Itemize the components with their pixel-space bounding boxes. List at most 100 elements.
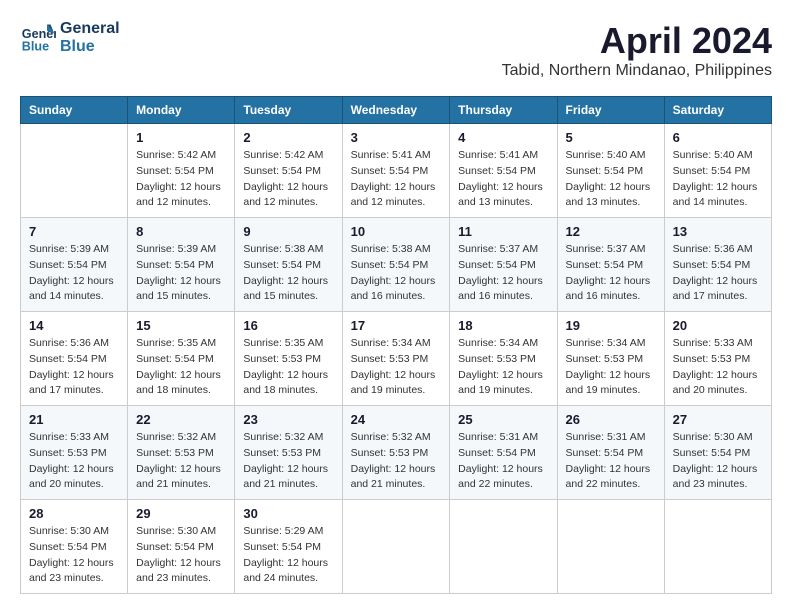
- day-info: Sunrise: 5:40 AM Sunset: 5:54 PM Dayligh…: [673, 148, 763, 211]
- day-number: 11: [458, 224, 548, 239]
- weekday-header: Sunday: [21, 97, 128, 124]
- day-info: Sunrise: 5:40 AM Sunset: 5:54 PM Dayligh…: [566, 148, 656, 211]
- day-number: 24: [351, 412, 442, 427]
- day-number: 5: [566, 130, 656, 145]
- day-info: Sunrise: 5:32 AM Sunset: 5:53 PM Dayligh…: [351, 430, 442, 493]
- calendar-day-cell: 30 Sunrise: 5:29 AM Sunset: 5:54 PM Dayli…: [235, 500, 342, 594]
- page-header: General Blue General Blue April 2024 Tab…: [20, 20, 772, 80]
- day-number: 18: [458, 318, 548, 333]
- calendar-day-cell: 17 Sunrise: 5:34 AM Sunset: 5:53 PM Dayli…: [342, 312, 450, 406]
- day-number: 25: [458, 412, 548, 427]
- weekday-header: Tuesday: [235, 97, 342, 124]
- day-info: Sunrise: 5:39 AM Sunset: 5:54 PM Dayligh…: [29, 242, 119, 305]
- weekday-header: Saturday: [664, 97, 771, 124]
- day-info: Sunrise: 5:33 AM Sunset: 5:53 PM Dayligh…: [29, 430, 119, 493]
- day-info: Sunrise: 5:30 AM Sunset: 5:54 PM Dayligh…: [29, 524, 119, 587]
- logo: General Blue General Blue: [20, 20, 120, 56]
- calendar-day-cell: 29 Sunrise: 5:30 AM Sunset: 5:54 PM Dayli…: [128, 500, 235, 594]
- calendar-day-cell: [450, 500, 557, 594]
- day-info: Sunrise: 5:30 AM Sunset: 5:54 PM Dayligh…: [673, 430, 763, 493]
- day-number: 19: [566, 318, 656, 333]
- day-number: 14: [29, 318, 119, 333]
- day-number: 10: [351, 224, 442, 239]
- calendar-day-cell: 4 Sunrise: 5:41 AM Sunset: 5:54 PM Daylig…: [450, 124, 557, 218]
- day-info: Sunrise: 5:36 AM Sunset: 5:54 PM Dayligh…: [673, 242, 763, 305]
- title-section: April 2024 Tabid, Northern Mindanao, Phi…: [502, 20, 772, 80]
- day-number: 4: [458, 130, 548, 145]
- calendar-day-cell: 8Sunrise: 5:39 AM Sunset: 5:54 PM Daylig…: [128, 218, 235, 312]
- calendar-day-cell: 14 Sunrise: 5:36 AM Sunset: 5:54 PM Dayli…: [21, 312, 128, 406]
- day-number: 9: [243, 224, 333, 239]
- day-number: 7: [29, 224, 119, 239]
- day-info: Sunrise: 5:41 AM Sunset: 5:54 PM Dayligh…: [351, 148, 442, 211]
- day-number: 28: [29, 506, 119, 521]
- day-info: Sunrise: 5:35 AM Sunset: 5:53 PM Dayligh…: [243, 336, 333, 399]
- day-info: Sunrise: 5:37 AM Sunset: 5:54 PM Dayligh…: [566, 242, 656, 305]
- day-info: Sunrise: 5:35 AM Sunset: 5:54 PM Dayligh…: [136, 336, 226, 399]
- day-info: Sunrise: 5:34 AM Sunset: 5:53 PM Dayligh…: [566, 336, 656, 399]
- weekday-header: Thursday: [450, 97, 557, 124]
- day-info: Sunrise: 5:38 AM Sunset: 5:54 PM Dayligh…: [351, 242, 442, 305]
- day-info: Sunrise: 5:34 AM Sunset: 5:53 PM Dayligh…: [458, 336, 548, 399]
- calendar-day-cell: 25Sunrise: 5:31 AM Sunset: 5:54 PM Dayli…: [450, 406, 557, 500]
- calendar-day-cell: 27 Sunrise: 5:30 AM Sunset: 5:54 PM Dayli…: [664, 406, 771, 500]
- calendar-day-cell: 22Sunrise: 5:32 AM Sunset: 5:53 PM Dayli…: [128, 406, 235, 500]
- day-number: 13: [673, 224, 763, 239]
- logo-text: General Blue: [60, 20, 120, 55]
- day-info: Sunrise: 5:41 AM Sunset: 5:54 PM Dayligh…: [458, 148, 548, 211]
- calendar-day-cell: 7 Sunrise: 5:39 AM Sunset: 5:54 PM Daylig…: [21, 218, 128, 312]
- day-number: 12: [566, 224, 656, 239]
- calendar-day-cell: 9 Sunrise: 5:38 AM Sunset: 5:54 PM Daylig…: [235, 218, 342, 312]
- day-number: 16: [243, 318, 333, 333]
- calendar-week-row: 7 Sunrise: 5:39 AM Sunset: 5:54 PM Daylig…: [21, 218, 772, 312]
- calendar-day-cell: 24 Sunrise: 5:32 AM Sunset: 5:53 PM Dayli…: [342, 406, 450, 500]
- day-number: 23: [243, 412, 333, 427]
- day-number: 29: [136, 506, 226, 521]
- weekday-header: Wednesday: [342, 97, 450, 124]
- day-info: Sunrise: 5:31 AM Sunset: 5:54 PM Dayligh…: [566, 430, 656, 493]
- calendar-table: SundayMondayTuesdayWednesdayThursdayFrid…: [20, 96, 772, 594]
- day-number: 1: [136, 130, 226, 145]
- calendar-day-cell: [557, 500, 664, 594]
- calendar-week-row: 1 Sunrise: 5:42 AM Sunset: 5:54 PM Daylig…: [21, 124, 772, 218]
- calendar-day-cell: 28 Sunrise: 5:30 AM Sunset: 5:54 PM Dayli…: [21, 500, 128, 594]
- day-number: 3: [351, 130, 442, 145]
- day-info: Sunrise: 5:38 AM Sunset: 5:54 PM Dayligh…: [243, 242, 333, 305]
- day-info: Sunrise: 5:34 AM Sunset: 5:53 PM Dayligh…: [351, 336, 442, 399]
- day-number: 17: [351, 318, 442, 333]
- calendar-day-cell: 6 Sunrise: 5:40 AM Sunset: 5:54 PM Daylig…: [664, 124, 771, 218]
- calendar-day-cell: 15Sunrise: 5:35 AM Sunset: 5:54 PM Dayli…: [128, 312, 235, 406]
- calendar-day-cell: 5 Sunrise: 5:40 AM Sunset: 5:54 PM Daylig…: [557, 124, 664, 218]
- day-info: Sunrise: 5:42 AM Sunset: 5:54 PM Dayligh…: [243, 148, 333, 211]
- calendar-day-cell: 21 Sunrise: 5:33 AM Sunset: 5:53 PM Dayli…: [21, 406, 128, 500]
- day-number: 6: [673, 130, 763, 145]
- calendar-day-cell: [21, 124, 128, 218]
- day-number: 21: [29, 412, 119, 427]
- day-info: Sunrise: 5:30 AM Sunset: 5:54 PM Dayligh…: [136, 524, 226, 587]
- calendar-week-row: 14 Sunrise: 5:36 AM Sunset: 5:54 PM Dayli…: [21, 312, 772, 406]
- day-number: 22: [136, 412, 226, 427]
- calendar-day-cell: 3 Sunrise: 5:41 AM Sunset: 5:54 PM Daylig…: [342, 124, 450, 218]
- logo-icon: General Blue: [20, 20, 56, 56]
- svg-text:Blue: Blue: [22, 40, 49, 54]
- weekday-header: Friday: [557, 97, 664, 124]
- day-number: 27: [673, 412, 763, 427]
- weekday-header-row: SundayMondayTuesdayWednesdayThursdayFrid…: [21, 97, 772, 124]
- day-info: Sunrise: 5:42 AM Sunset: 5:54 PM Dayligh…: [136, 148, 226, 211]
- calendar-day-cell: 10 Sunrise: 5:38 AM Sunset: 5:54 PM Dayli…: [342, 218, 450, 312]
- calendar-day-cell: 2 Sunrise: 5:42 AM Sunset: 5:54 PM Daylig…: [235, 124, 342, 218]
- day-number: 26: [566, 412, 656, 427]
- day-info: Sunrise: 5:33 AM Sunset: 5:53 PM Dayligh…: [673, 336, 763, 399]
- month-title: April 2024: [502, 20, 772, 62]
- calendar-day-cell: [342, 500, 450, 594]
- day-info: Sunrise: 5:36 AM Sunset: 5:54 PM Dayligh…: [29, 336, 119, 399]
- day-info: Sunrise: 5:29 AM Sunset: 5:54 PM Dayligh…: [243, 524, 333, 587]
- calendar-day-cell: 26 Sunrise: 5:31 AM Sunset: 5:54 PM Dayli…: [557, 406, 664, 500]
- calendar-day-cell: 11Sunrise: 5:37 AM Sunset: 5:54 PM Dayli…: [450, 218, 557, 312]
- day-number: 8: [136, 224, 226, 239]
- day-number: 2: [243, 130, 333, 145]
- calendar-day-cell: 1 Sunrise: 5:42 AM Sunset: 5:54 PM Daylig…: [128, 124, 235, 218]
- day-number: 30: [243, 506, 333, 521]
- day-number: 20: [673, 318, 763, 333]
- calendar-week-row: 21 Sunrise: 5:33 AM Sunset: 5:53 PM Dayli…: [21, 406, 772, 500]
